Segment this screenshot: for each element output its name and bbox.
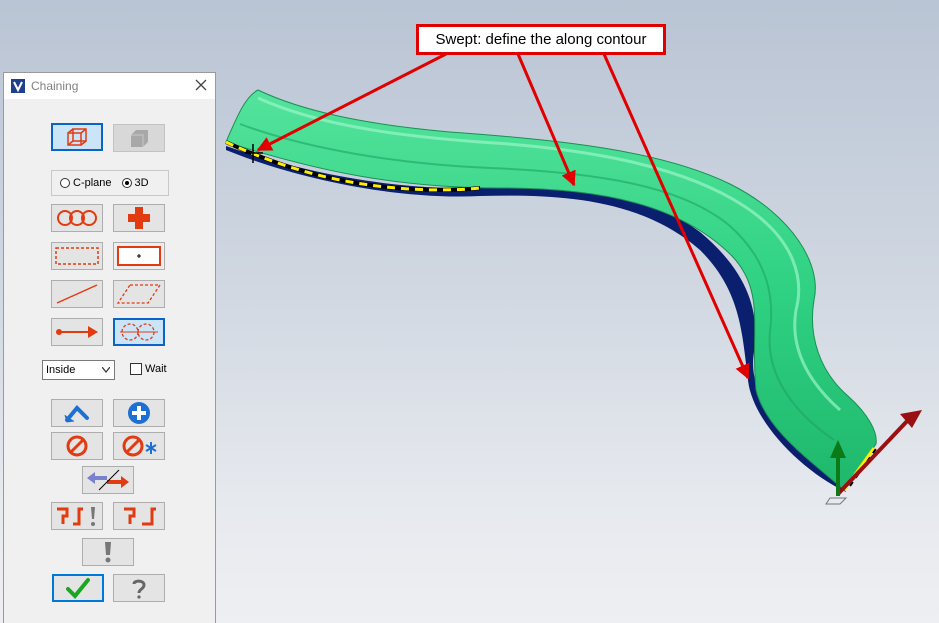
inside-outside-select[interactable]: Inside (42, 360, 115, 380)
radio-3d[interactable]: 3D (121, 177, 149, 189)
swept-tube (225, 89, 877, 491)
app-logo-icon (11, 79, 25, 93)
last-button[interactable] (51, 399, 103, 427)
mode-radio-group: C-plane 3D (51, 170, 169, 196)
unselect-all-button[interactable] (113, 432, 165, 460)
partial-button[interactable] (113, 318, 165, 346)
window-select-icon (55, 247, 99, 265)
end-toggle-icon (124, 507, 156, 526)
callout-box: Swept: define the along contour (416, 24, 666, 55)
reverse-direction-icon (87, 469, 129, 491)
window-button[interactable] (51, 242, 103, 270)
end-toggle-button[interactable] (113, 502, 165, 530)
add-button[interactable] (113, 399, 165, 427)
help-button[interactable] (113, 574, 165, 602)
end-options-button[interactable] (51, 502, 103, 530)
wait-checkbox[interactable]: Wait (130, 363, 167, 375)
ok-check-icon (66, 578, 90, 599)
single-line-icon (56, 284, 98, 304)
vector-button[interactable] (51, 318, 103, 346)
close-icon[interactable] (193, 77, 209, 93)
unselect-all-icon (122, 435, 157, 457)
chevron-down-icon (102, 367, 110, 373)
chain-button[interactable] (51, 204, 103, 232)
ok-button[interactable] (52, 574, 104, 602)
help-icon (132, 579, 146, 599)
wireframe-mode-button[interactable] (51, 123, 103, 151)
options-icon (105, 542, 111, 563)
ridge-shadow (239, 123, 835, 441)
polygon-select-icon (116, 284, 162, 304)
radio-cplane[interactable]: C-plane (60, 177, 112, 189)
dialog-titlebar[interactable]: Chaining (4, 73, 215, 99)
callout-text: Swept: define the along contour (435, 31, 647, 48)
vector-arrow-icon (56, 326, 98, 338)
options-button[interactable] (82, 538, 134, 566)
area-select-icon (117, 246, 161, 266)
add-plus-icon (128, 402, 150, 424)
polygon-button[interactable] (113, 280, 165, 308)
solid-mode-button[interactable] (113, 124, 165, 152)
undo-arrow-icon (64, 405, 89, 423)
unselect-icon (66, 435, 88, 457)
end-options-icon (57, 507, 95, 526)
area-button[interactable] (113, 242, 165, 270)
chaining-dialog[interactable]: Chaining C-plane 3D Inside Wait (3, 72, 216, 623)
partial-chain-icon (120, 323, 158, 341)
dialog-title: Chaining (31, 79, 79, 93)
solid-cube-icon (131, 130, 148, 147)
unselect-button[interactable] (51, 432, 103, 460)
wireframe-cube-icon (67, 128, 87, 146)
single-button[interactable] (51, 280, 103, 308)
point-button[interactable] (113, 204, 165, 232)
chain-links-icon (57, 210, 97, 226)
reverse-button[interactable] (82, 466, 134, 494)
red-plus-icon (128, 207, 150, 229)
